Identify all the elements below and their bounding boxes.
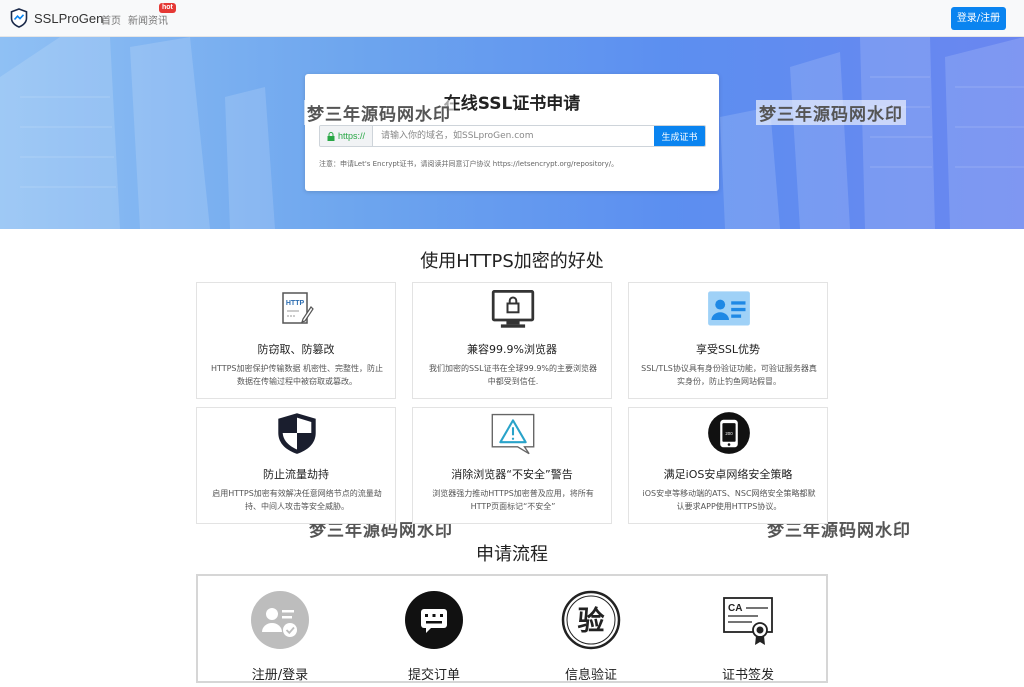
process-step: 验 信息验证: [531, 590, 651, 683]
agreement-note: 注意：申请Let's Encrypt证书，请阅读并同意订户协议 https://…: [319, 160, 619, 168]
process-step: 注册/登录: [220, 590, 340, 683]
benefit-card: 消除浏览器“不安全”警告 浏览器强力推动HTTPS加密普及应用，将所有HTTP页…: [412, 407, 612, 524]
benefit-title: 满足iOS安卓网络安全策略: [663, 468, 793, 481]
benefit-title: 防止流量劫持: [263, 468, 329, 481]
generate-certificate-button[interactable]: 生成证书: [654, 126, 705, 146]
benefit-card: 防止流量劫持 启用HTTPS加密有效解决任意网络节点的流量劫持、中间人攻击等安全…: [196, 407, 396, 524]
certificate-icon: CA: [723, 597, 773, 645]
hero-banner: 在线SSL证书申请 https:// 生成证书 注意：申请Let's Encry…: [0, 37, 1024, 229]
nav-link-home[interactable]: 首页: [101, 12, 121, 27]
lock-icon: [327, 131, 335, 141]
register-user-icon: [251, 591, 309, 649]
process-step: 提交订单: [374, 590, 494, 683]
warning-icon: [491, 413, 535, 455]
benefit-title: 享受SSL优势: [695, 343, 761, 356]
id-card-icon: [708, 291, 750, 326]
step-label: 信息验证: [564, 668, 617, 683]
svg-text:200: 200: [725, 431, 733, 436]
benefit-card: 兼容99.9%浏览器 我们加密的SSL证书在全球99.9%的主要浏览器中都受到信…: [412, 282, 612, 399]
benefit-desc: HTTPS加密保护传输数据 机密性、完整性，防止数据在传输过程中被窃取或篡改。: [210, 364, 384, 386]
svg-text:HTTP: HTTP: [286, 300, 305, 307]
benefit-title: 兼容99.9%浏览器: [467, 343, 557, 356]
watermark: 梦三年源码网水印: [756, 100, 906, 125]
domain-input-group: https:// 生成证书: [319, 125, 706, 147]
benefit-card: HTTP 防窃取、防篡改 HTTPS加密保护传输数据 机密性、完整性，防止数据在…: [196, 282, 396, 399]
step-label: 提交订单: [407, 668, 460, 683]
benefit-title: 防窃取、防篡改: [257, 343, 335, 356]
step-label: 注册/登录: [251, 668, 309, 683]
benefit-title: 消除浏览器“不安全”警告: [451, 468, 573, 481]
login-register-button[interactable]: 登录/注册: [951, 7, 1006, 30]
https-prefix-label: https://: [337, 131, 365, 141]
process-step: CA 证书签发: [688, 590, 808, 683]
phone-icon: 200: [708, 412, 750, 454]
hot-badge: hot: [159, 3, 176, 13]
ca-glyph: CA: [728, 603, 742, 614]
benefit-desc: iOS安卓等移动端的ATS、NSC网络安全策略都默认要求APP使用HTTPS协议…: [642, 489, 816, 511]
watermark: 梦三年源码网水印: [304, 100, 454, 125]
navbar: SSLProGen 首页 新闻资讯 hot 登录/注册: [0, 0, 1024, 37]
ssl-apply-card: 在线SSL证书申请 https:// 生成证书 注意：申请Let's Encry…: [305, 74, 719, 191]
verify-glyph: 验: [578, 605, 605, 637]
logo[interactable]: SSLProGen: [10, 8, 103, 28]
https-prefix: https://: [320, 126, 373, 146]
benefit-desc: SSL/TLS协议具有身份验证功能，可验证服务器真实身份，防止钓鱼网站假冒。: [641, 364, 817, 386]
benefit-desc: 启用HTTPS加密有效解决任意网络节点的流量劫持、中间人攻击等安全威胁。: [212, 489, 382, 511]
benefit-desc: 我们加密的SSL证书在全球99.9%的主要浏览器中都受到信任.: [428, 364, 598, 386]
benefit-card: 200 满足iOS安卓网络安全策略 iOS安卓等移动端的ATS、NSC网络安全策…: [628, 407, 828, 524]
benefits-title: 使用HTTPS加密的好处: [420, 251, 604, 272]
process-title: 申请流程: [476, 544, 548, 565]
benefit-desc: 浏览器强力推动HTTPS加密普及应用，将所有HTTP页面标记“不安全”: [432, 489, 594, 511]
browser-lock-icon: [491, 290, 535, 328]
verify-icon: 验: [561, 590, 621, 650]
process-steps: 注册/登录 提交订单 验 信息验证 CA 证书签发: [196, 574, 828, 683]
shield-logo-icon: [10, 8, 28, 28]
domain-input[interactable]: [373, 126, 654, 146]
step-label: 证书签发: [721, 668, 774, 683]
shield-icon: [278, 413, 316, 454]
benefit-card: 享受SSL优势 SSL/TLS协议具有身份验证功能，可验证服务器真实身份，防止钓…: [628, 282, 828, 399]
http-document-icon: HTTP: [282, 292, 314, 324]
logo-text: SSLProGen: [34, 10, 104, 26]
submit-order-icon: [405, 591, 463, 649]
nav-link-news[interactable]: 新闻资讯: [128, 12, 168, 27]
